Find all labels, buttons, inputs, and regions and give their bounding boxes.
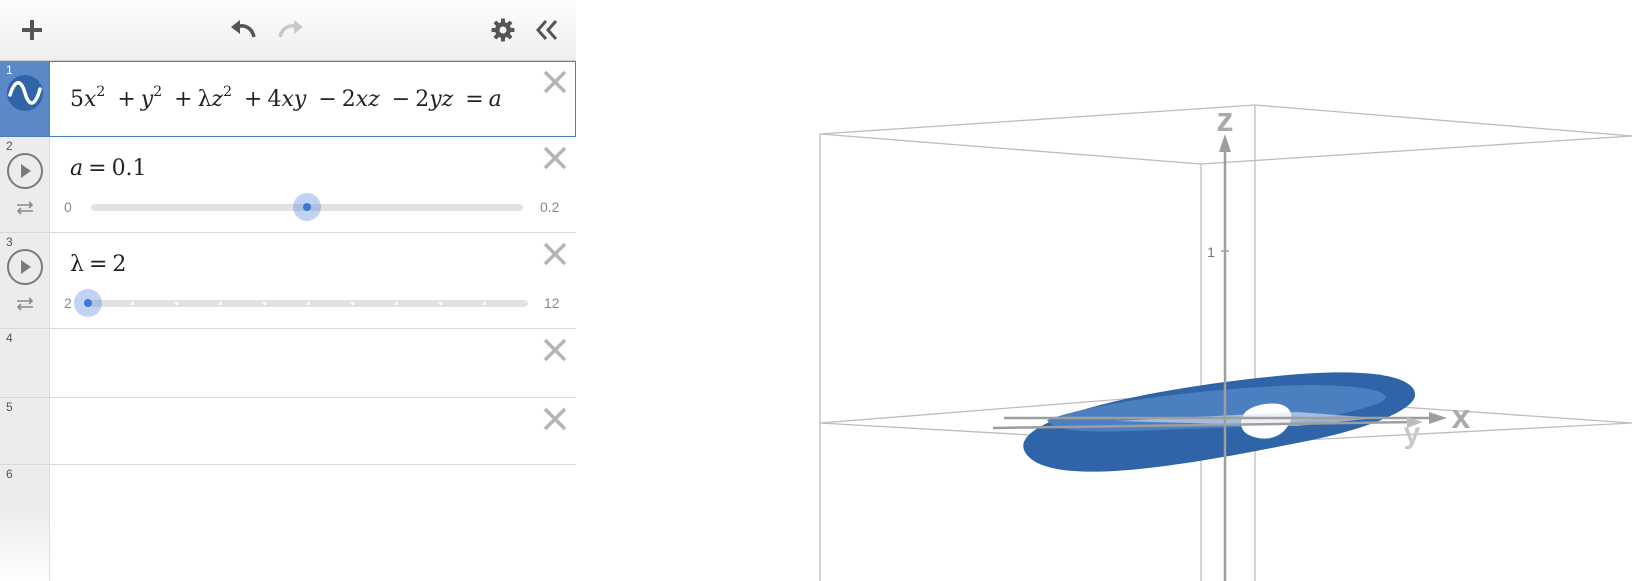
expression-number: 2 (6, 139, 13, 153)
x-axis-arrow (1429, 412, 1447, 424)
slider-step-tick (262, 302, 266, 305)
slider-variable: a (70, 156, 84, 181)
play-icon[interactable] (7, 153, 43, 189)
plus-icon[interactable] (16, 14, 48, 46)
expression-number: 4 (6, 331, 13, 345)
formula-term: 2 (415, 87, 430, 112)
play-icon[interactable] (7, 249, 43, 285)
slider-step-tick (482, 302, 486, 305)
expression-number: 6 (6, 467, 13, 481)
loop-icon[interactable] (14, 200, 36, 216)
expression-gutter: 2 (0, 137, 50, 232)
formula-term: xy (281, 87, 307, 112)
expression-item[interactable]: 4 (0, 329, 576, 398)
formula-term: yz (429, 87, 454, 112)
slider-label[interactable]: λ = 2 (70, 252, 126, 277)
formula-term: xz (355, 87, 380, 112)
formula-operator: = (88, 156, 107, 181)
expression-item[interactable]: 6 (0, 465, 576, 581)
formula-exponent: 2 (153, 84, 163, 100)
formula-operator: = (465, 87, 484, 112)
expression-gutter: 1 (0, 61, 50, 136)
axes (992, 152, 1439, 581)
slider-step-tick (438, 302, 442, 305)
expression-gutter: 4 (0, 329, 50, 397)
expression-item[interactable]: 2 a = 0.1 0 0.2 (0, 137, 576, 233)
expression-item[interactable]: 3 λ = 2 2 12 (0, 233, 576, 329)
redo-icon[interactable] (275, 14, 307, 46)
slider-step-tick (174, 302, 178, 305)
x-axis-label: x (1452, 398, 1471, 436)
delete-expression-icon[interactable] (542, 406, 568, 432)
delete-expression-icon[interactable] (542, 145, 568, 171)
formula-term: a (488, 87, 502, 112)
formula-operator: − (391, 87, 411, 112)
slider-max[interactable]: 0.2 (540, 199, 559, 215)
expression-gutter: 3 (0, 233, 50, 328)
slider-step-tick (218, 302, 222, 305)
slider-handle[interactable] (74, 289, 102, 317)
z-axis-tick-label: 1 (1207, 244, 1215, 260)
slider-min[interactable]: 2 (64, 295, 72, 311)
slider-value: 2 (112, 252, 127, 277)
formula-term: z (211, 87, 224, 112)
expression-panel: 1 5x2 + y2 + λz2 +4xy −2xz −2yz = a 2 a … (0, 0, 576, 581)
expression-gutter: 5 (0, 398, 50, 464)
slider-handle[interactable] (293, 193, 321, 221)
formula-term: 4 (267, 87, 282, 112)
expression-number: 3 (6, 235, 13, 249)
slider-handle-dot (303, 203, 311, 211)
loop-icon[interactable] (14, 296, 36, 312)
formula-operator: + (117, 87, 136, 112)
expression-number: 5 (6, 400, 13, 414)
formula-term: 2 (341, 87, 356, 112)
formula-term: 5 (70, 87, 84, 112)
wave-icon[interactable] (7, 75, 43, 111)
formula-operator: − (318, 87, 337, 112)
slider-step-tick (306, 302, 310, 305)
slider-track[interactable] (74, 289, 528, 317)
slider-label[interactable]: a = 0.1 (70, 156, 147, 181)
expression-toolbar (0, 0, 576, 61)
expression-formula[interactable]: 5x2 + y2 + λz2 +4xy −2xz −2yz = a (70, 84, 502, 112)
slider-step-tick (350, 302, 354, 305)
graph-canvas[interactable]: 1 z x y (577, 0, 1632, 581)
formula-operator: + (174, 87, 193, 112)
gear-icon[interactable] (487, 14, 519, 46)
slider-variable: λ (70, 252, 84, 277)
formula-exponent: 2 (223, 84, 233, 100)
slider-step-tick (394, 302, 398, 305)
formula-term: y (140, 87, 154, 112)
expression-item[interactable]: 1 5x2 + y2 + λz2 +4xy −2xz −2yz = a (0, 61, 576, 137)
delete-expression-icon[interactable] (542, 69, 568, 95)
graphing-calculator-3d: 1 5x2 + y2 + λz2 +4xy −2xz −2yz = a 2 a … (0, 0, 1632, 581)
double-chevron-left-icon[interactable] (531, 14, 563, 46)
formula-term: x (84, 87, 97, 112)
formula-exponent: 2 (96, 84, 106, 100)
formula-term: λ (197, 87, 212, 112)
expression-item[interactable]: 5 (0, 398, 576, 465)
undo-icon[interactable] (227, 14, 259, 46)
slider-handle-dot (84, 299, 92, 307)
expression-gutter: 6 (0, 465, 50, 581)
formula-operator: = (88, 252, 108, 277)
delete-expression-icon[interactable] (542, 241, 568, 267)
formula-operator: + (244, 87, 263, 112)
slider-min[interactable]: 0 (64, 199, 72, 215)
slider-max[interactable]: 12 (544, 295, 560, 311)
delete-expression-icon[interactable] (542, 337, 568, 363)
y-axis-label: y (1404, 417, 1421, 450)
z-axis-label: z (1217, 101, 1234, 139)
expression-list: 1 5x2 + y2 + λz2 +4xy −2xz −2yz = a 2 a … (0, 61, 576, 581)
slider-step-tick (130, 302, 134, 305)
slider-value: 0.1 (111, 156, 147, 181)
slider-track[interactable] (91, 193, 523, 221)
